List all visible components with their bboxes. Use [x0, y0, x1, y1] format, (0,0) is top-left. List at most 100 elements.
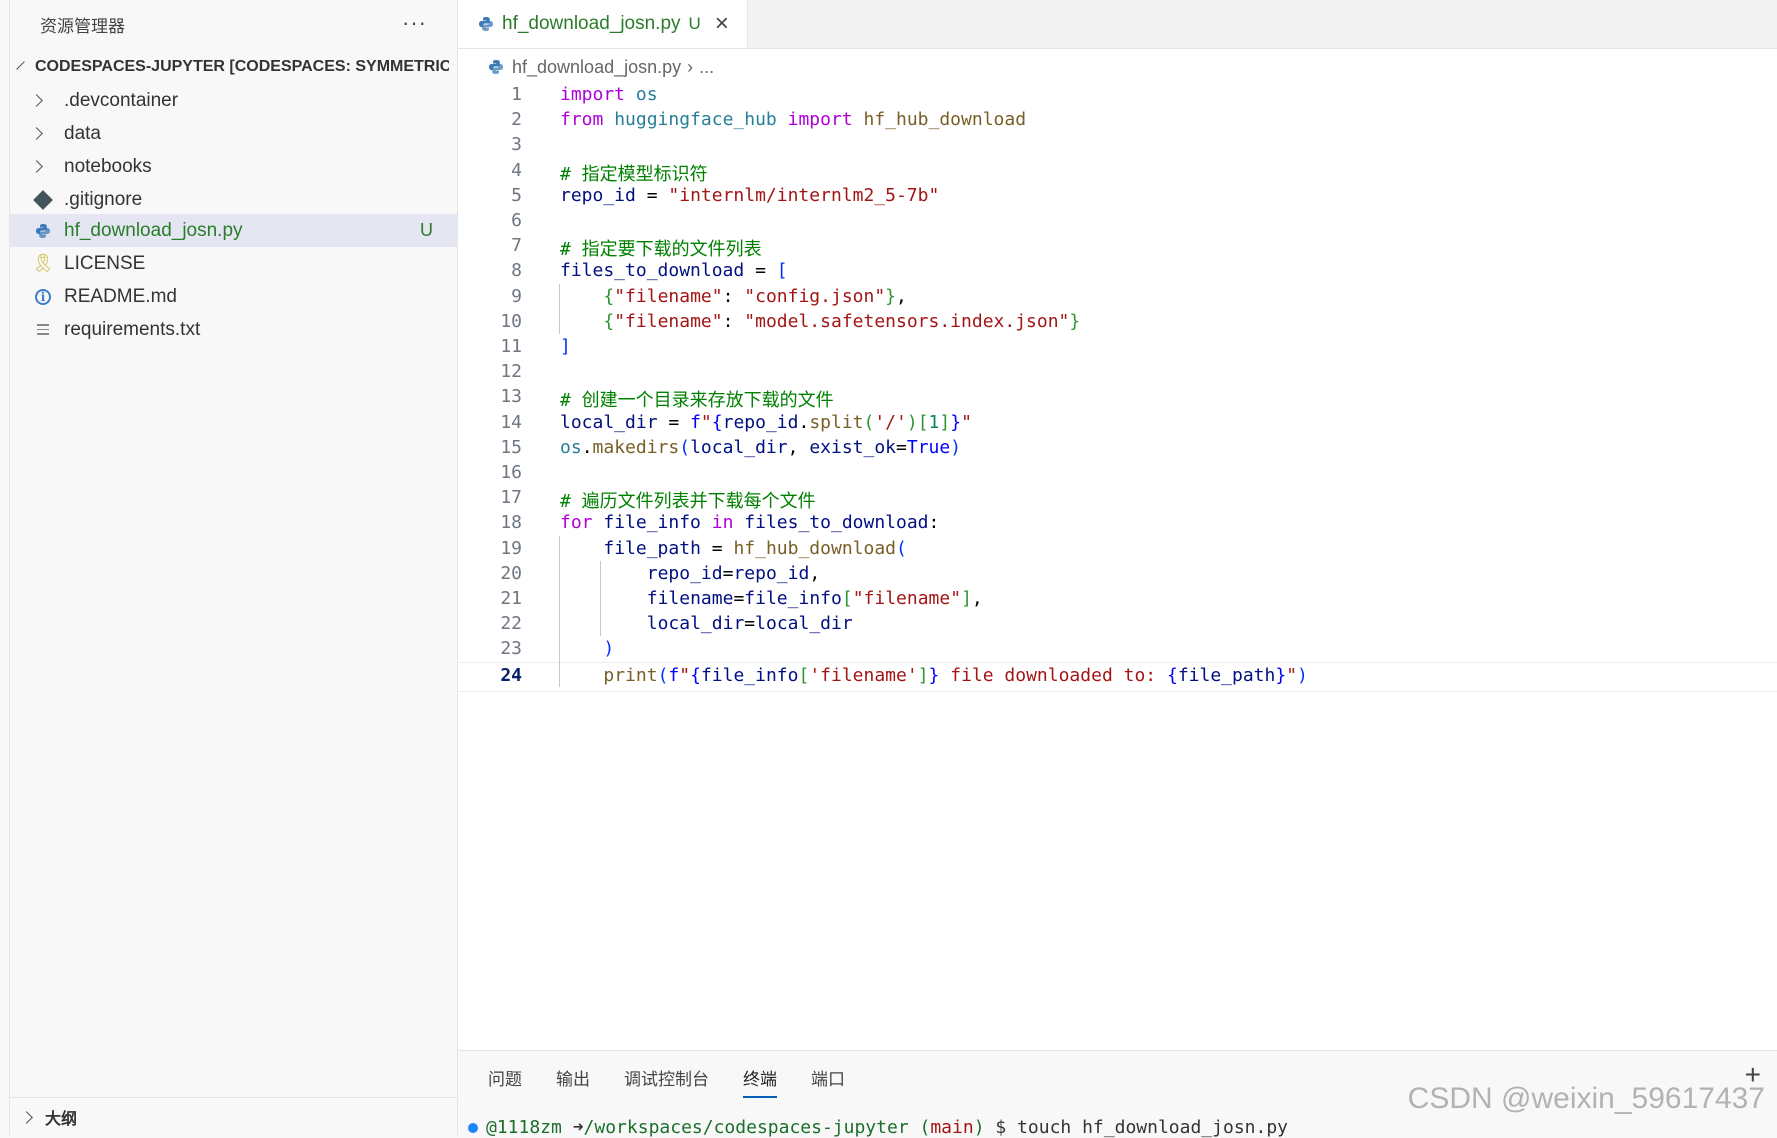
tree-item-label: hf_download_josn.py [64, 219, 243, 241]
panel-tab-output[interactable]: 输出 [556, 1065, 590, 1098]
code-line[interactable]: 13 # 创建一个目录来存放下载的文件 [458, 384, 1777, 412]
panel-tab-ports[interactable]: 端口 [811, 1065, 845, 1098]
line-number: 5 [511, 184, 522, 206]
tree-item-label: requirements.txt [64, 318, 201, 340]
python-icon [489, 60, 503, 74]
code-text: ] [560, 336, 571, 357]
line-number: 23 [500, 638, 522, 660]
tree-item-requirements[interactable]: requirements.txt [10, 313, 457, 346]
code-line[interactable]: 14 local_dir = f"{repo_id.split('/')[1]}" [458, 410, 1777, 438]
code-line[interactable]: 15 os.makedirs(local_dir, exist_ok=True) [458, 435, 1777, 463]
close-icon[interactable]: × [715, 12, 729, 36]
code-text: # 指定要下载的文件列表 [560, 239, 762, 261]
line-number: 21 [500, 588, 522, 609]
line-number: 13 [500, 386, 522, 408]
git-icon [33, 189, 53, 210]
explorer-title: 资源管理器 [40, 16, 125, 36]
tree-item-readme[interactable]: i README.md [10, 280, 457, 313]
line-number: 6 [511, 210, 522, 231]
code-line[interactable]: 11] [458, 334, 1777, 362]
tree-item-gitignore[interactable]: .gitignore [10, 183, 457, 216]
code-line[interactable]: 19 file_path = hf_hub_download( [458, 536, 1777, 564]
panel-tab-debug-console[interactable]: 调试控制台 [624, 1065, 709, 1098]
tree-item-label: LICENSE [64, 252, 146, 274]
license-icon: 🎗 [31, 253, 55, 273]
breadcrumb-more[interactable]: ... [699, 57, 714, 78]
outline-section[interactable]: 大纲 [10, 1097, 457, 1136]
code-text: files_to_download = [ [560, 260, 788, 282]
code-line[interactable]: 6 [458, 208, 1777, 236]
breadcrumb-file[interactable]: hf_download_josn.py [512, 57, 681, 78]
code-line[interactable]: 23 ) [458, 636, 1777, 664]
code-line[interactable]: 4 # 指定模型标识符 [458, 158, 1777, 186]
code-text: local_dir=local_dir [646, 613, 853, 635]
code-line[interactable]: 17 # 遍历文件列表并下载每个文件 [458, 485, 1777, 513]
tree-item-label: notebooks [64, 155, 152, 177]
code-line[interactable]: 20 repo_id=repo_id, [458, 561, 1777, 589]
code-line[interactable]: 24 print(f"{file_info['filename']} file … [458, 661, 1777, 692]
code-line[interactable]: 9 {"filename": "config.json"}, [458, 284, 1777, 312]
info-icon: i [35, 288, 51, 305]
code-line[interactable]: 3 [458, 132, 1777, 160]
code-line[interactable]: 12 [458, 359, 1777, 387]
workspace-root[interactable]: CODESPACES-JUPYTER [CODESPACES: SYMMETRI… [16, 54, 449, 80]
code-line[interactable]: 22 local_dir=local_dir [458, 611, 1777, 639]
code-line[interactable]: 5 repo_id = "internlm/internlm2_5-7b" [458, 183, 1777, 211]
line-number: 14 [500, 411, 522, 433]
panel-tab-problems[interactable]: 问题 [488, 1065, 522, 1098]
code-line[interactable]: 2 from huggingface_hub import hf_hub_down… [458, 107, 1777, 135]
code-line[interactable]: 1 import os [458, 82, 1777, 110]
chevron-down-icon [16, 60, 25, 70]
tree-item-hf-download[interactable]: hf_download_josn.py U [10, 214, 457, 247]
tree-item-notebooks[interactable]: notebooks [10, 150, 457, 183]
chevron-right-icon: › [687, 56, 694, 77]
code-text: import os [560, 84, 658, 105]
line-number: 12 [500, 361, 522, 383]
chevron-right-icon [20, 1110, 33, 1124]
tree-item-label: data [64, 122, 101, 144]
code-line[interactable]: 8 files_to_download = [ [458, 258, 1777, 286]
tree-item-license[interactable]: 🎗 LICENSE [10, 247, 457, 280]
code-text: filename=file_info["filename"], [646, 588, 983, 609]
code-line[interactable]: 10 {"filename": "model.safetensors.index… [458, 309, 1777, 337]
tree-item-data[interactable]: data [10, 117, 457, 150]
panel-tab-terminal[interactable]: 终端 [743, 1065, 777, 1098]
code-line[interactable]: 7 # 指定要下载的文件列表 [458, 233, 1777, 261]
line-number: 20 [500, 562, 522, 584]
line-number: 24 [500, 664, 522, 686]
indent-guide [559, 535, 560, 687]
code-line[interactable]: 21 filename=file_info["filename"], [458, 586, 1777, 614]
tab-hf-download[interactable]: hf_download_josn.py U × [458, 0, 748, 48]
line-number: 11 [500, 336, 522, 357]
chevron-right-icon [29, 127, 43, 140]
indent-guide [599, 560, 601, 637]
tree-item-label: .devcontainer [64, 89, 179, 111]
tree-item-devcontainer[interactable]: .devcontainer [10, 84, 457, 117]
line-number: 1 [511, 84, 522, 105]
code-text: {"filename": "config.json"}, [603, 285, 907, 307]
tree-item-label: README.md [64, 285, 177, 307]
line-number: 22 [500, 613, 522, 635]
panel-tabs: 问题 输出 调试控制台 终端 端口 [488, 1065, 845, 1098]
code-line[interactable]: 18 for file_info in files_to_download: [458, 510, 1777, 538]
more-actions-icon[interactable]: ··· [402, 10, 427, 36]
untracked-badge: U [420, 220, 433, 240]
code-line[interactable]: 16 [458, 460, 1777, 488]
python-icon [479, 17, 493, 31]
outline-label: 大纲 [45, 1111, 78, 1128]
workspace-root-label: CODESPACES-JUPYTER [CODESPACES: SYMMETRI… [35, 58, 449, 75]
tree-item-label: .gitignore [64, 188, 143, 210]
code-text: ) [603, 638, 615, 660]
breadcrumb: hf_download_josn.py › ... [488, 54, 714, 80]
code-text: {"filename": "model.safetensors.index.js… [603, 310, 1081, 332]
tab-strip: hf_download_josn.py U × [458, 0, 1777, 49]
watermark: CSDN @weixin_59617437 [1407, 1082, 1765, 1115]
code-text: repo_id = "internlm/internlm2_5-7b" [560, 184, 940, 206]
terminal-status-icon [468, 1122, 478, 1133]
python-icon [36, 223, 50, 238]
line-number: 15 [500, 436, 522, 458]
indent-guide [559, 283, 560, 334]
code-text: from huggingface_hub import hf_hub_downl… [560, 109, 1027, 131]
chevron-right-icon [29, 160, 43, 173]
tab-status: U [688, 14, 701, 33]
